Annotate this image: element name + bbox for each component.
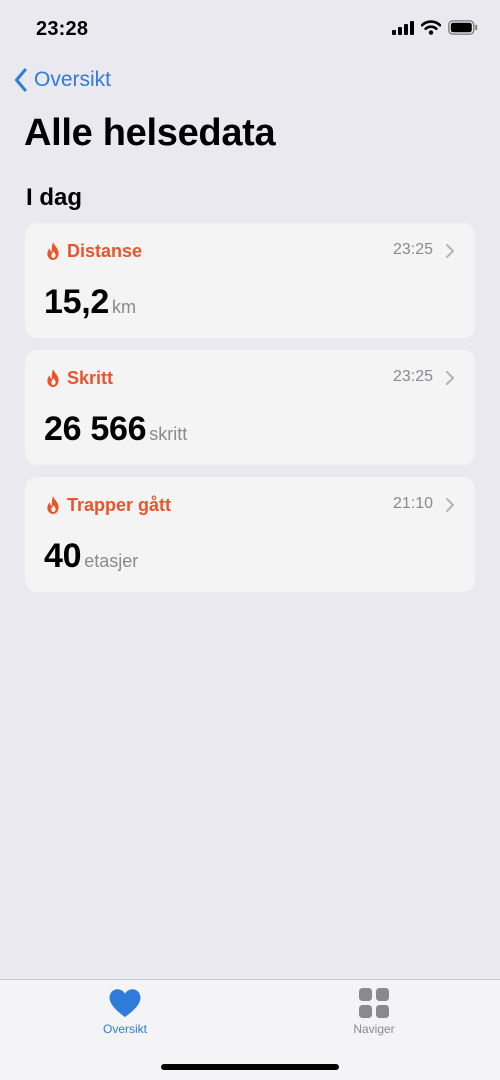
heart-icon — [109, 989, 141, 1017]
home-indicator[interactable] — [161, 1064, 339, 1070]
tab-label: Oversikt — [102, 1022, 147, 1036]
back-button[interactable]: Oversikt — [14, 64, 111, 96]
flame-icon — [47, 496, 59, 514]
value-unit: skritt — [149, 424, 188, 444]
card-title: Skritt — [67, 367, 114, 388]
tab-naviger[interactable]: Naviger — [314, 988, 434, 1036]
screen: 23:28 Oversikt Alle helsedata I dag Dist… — [0, 0, 500, 1080]
card-distanse[interactable]: Distanse 23:25 15,2 km — [25, 223, 475, 338]
card-value: 40 etasjer — [44, 537, 138, 576]
value-unit: km — [111, 297, 136, 317]
grid-icon — [359, 988, 389, 1018]
cellular-signal-icon — [392, 20, 414, 35]
back-button-label: Oversikt — [34, 68, 112, 91]
value-unit: etasjer — [84, 551, 139, 571]
card-label: Skritt — [45, 366, 113, 390]
status-time: 23:28 — [36, 18, 89, 40]
chevron-right-icon — [446, 244, 454, 258]
tab-oversikt[interactable]: Oversikt — [65, 988, 185, 1036]
battery-icon — [448, 20, 478, 35]
value-number: 15,2 — [44, 283, 109, 321]
card-timestamp: 23:25 — [392, 368, 433, 385]
chevron-right-icon — [446, 371, 454, 385]
wifi-icon — [421, 20, 441, 35]
card-title: Trapper gått — [67, 494, 172, 515]
card-value: 26 566 skritt — [44, 410, 187, 449]
chevron-left-icon — [15, 68, 27, 92]
card-timestamp: 21:10 — [392, 495, 433, 512]
tab-label: Naviger — [353, 1022, 395, 1036]
card-timestamp: 23:25 — [392, 241, 433, 258]
card-trapper-gatt[interactable]: Trapper gått 21:10 40 etasjer — [25, 477, 475, 592]
status-bar: 23:28 — [0, 0, 500, 60]
value-number: 26 566 — [44, 410, 147, 448]
section-title: I dag — [26, 184, 83, 211]
page-title: Alle helsedata — [24, 112, 276, 154]
chevron-right-icon — [446, 498, 454, 512]
status-icons — [392, 20, 478, 35]
card-label: Trapper gått — [45, 493, 171, 517]
card-title: Distanse — [67, 240, 143, 261]
card-value: 15,2 km — [44, 283, 136, 322]
card-label: Distanse — [45, 239, 142, 263]
value-number: 40 — [44, 537, 82, 575]
flame-icon — [47, 242, 59, 260]
flame-icon — [47, 369, 59, 387]
card-skritt[interactable]: Skritt 23:25 26 566 skritt — [25, 350, 475, 465]
